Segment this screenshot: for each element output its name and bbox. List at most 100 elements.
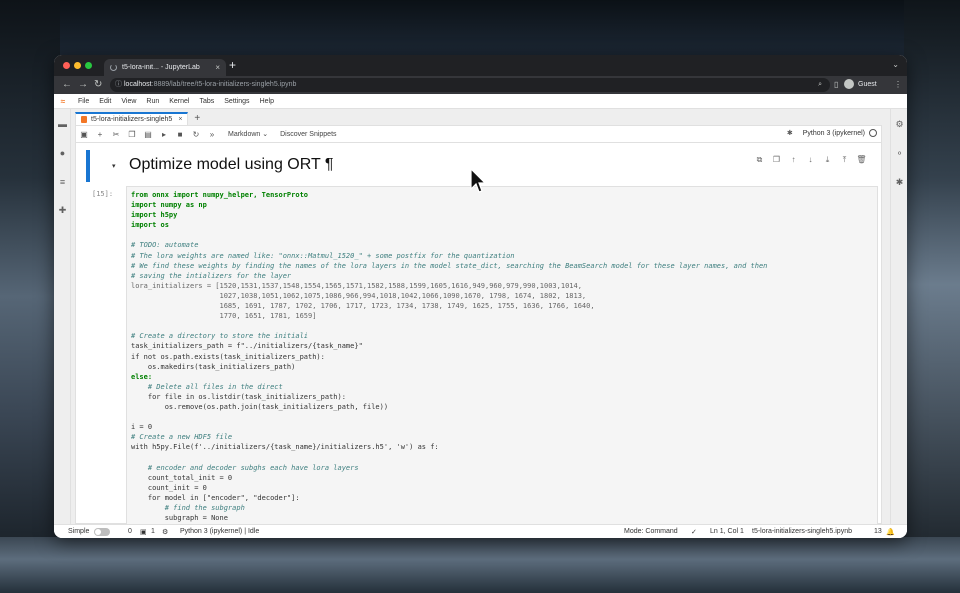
menu-file[interactable]: File	[78, 98, 89, 105]
code-line: subgraph = None	[131, 514, 228, 522]
stop-icon[interactable]: ■	[172, 130, 188, 139]
menu-help[interactable]: Help	[260, 98, 274, 105]
code-line: os.remove(os.path.join(task_initializers…	[131, 402, 389, 411]
profile-label: Guest	[858, 80, 877, 88]
property-inspector-icon[interactable]: ⚙	[894, 119, 905, 130]
notification-bell-icon[interactable]: 🔔	[886, 528, 895, 536]
menu-tabs[interactable]: Tabs	[199, 98, 214, 105]
more-menu-icon[interactable]: ⋮	[894, 79, 902, 91]
notebook-tab-label: t5-lora-initializers-singleh5	[91, 116, 173, 123]
kernel-count-icon: ⚙	[162, 529, 169, 536]
background-rock-right	[904, 0, 960, 593]
insert-below-icon[interactable]: ⤓	[819, 155, 836, 165]
debugger-icon[interactable]: ⚬	[894, 148, 905, 159]
save-icon[interactable]: ▣	[76, 130, 92, 139]
kernel-count[interactable]: 1	[151, 528, 155, 535]
code-line: lora_initializers = [1520,1531,1537,1548…	[131, 281, 582, 290]
copy-cell-icon[interactable]: ⧉	[751, 155, 768, 165]
tab-search-icon[interactable]: ⌄	[892, 60, 899, 69]
menu-kernel[interactable]: Kernel	[169, 98, 189, 105]
code-line: 1027,1038,1051,1062,1075,1086,966,994,10…	[131, 291, 587, 300]
url-input[interactable]: ⓘ localhost:8889/lab/tree/t5-lora-initia…	[110, 78, 830, 92]
run-icon[interactable]: ▸	[156, 130, 172, 139]
duplicate-cell-icon[interactable]: ❐	[768, 155, 785, 165]
code-editor[interactable]: from onnx import numpy_helper, TensorPro…	[126, 186, 878, 525]
cut-icon[interactable]: ✂	[108, 130, 124, 139]
debugger-toggle-icon[interactable]: ✱	[787, 129, 793, 137]
insert-above-icon[interactable]: ⤒	[836, 155, 853, 165]
mouse-pointer-icon	[470, 168, 486, 193]
table-of-contents-icon[interactable]: ≡	[57, 177, 68, 188]
restart-run-all-icon[interactable]: »	[204, 130, 220, 139]
notebook-tab[interactable]: t5-lora-initializers-singleh5 ×	[75, 112, 189, 125]
back-icon[interactable]: ←	[62, 78, 72, 92]
simple-mode-toggle[interactable]	[94, 528, 110, 536]
delete-cell-icon[interactable]: 🗑	[853, 155, 870, 165]
profile-button[interactable]: Guest	[844, 79, 877, 89]
zoom-icon[interactable]: ⌕	[818, 78, 822, 92]
maximize-window-button[interactable]	[85, 62, 92, 69]
code-line: import numpy as np	[131, 201, 207, 210]
insert-cell-icon[interactable]: +	[92, 130, 108, 139]
menu-edit[interactable]: Edit	[99, 98, 111, 105]
move-up-icon[interactable]: ↑	[785, 155, 802, 165]
file-name: t5-lora-initializers-singleh5.ipynb	[752, 528, 852, 535]
code-line: # encoder and decoder subghs each have l…	[131, 463, 359, 472]
browser-tab-strip: t5-lora-init... - JupyterLab × + ⌄	[54, 55, 907, 76]
file-browser-icon[interactable]: ▬	[57, 119, 68, 130]
restart-icon[interactable]: ↻	[188, 130, 204, 139]
notebook-icon	[81, 116, 87, 123]
reload-icon[interactable]: ↻	[94, 78, 102, 92]
code-line: # saving the intializers for the layer	[131, 271, 292, 280]
notebook-toolbar: ▣ + ✂ ❐ ▤ ▸ ■ ↻ » Markdown ⌄ Discover Sn…	[76, 126, 881, 143]
close-notebook-tab-icon[interactable]: ×	[178, 116, 182, 123]
code-line: import h5py	[131, 211, 178, 220]
menu-run[interactable]: Run	[146, 98, 159, 105]
forward-icon[interactable]: →	[78, 78, 88, 92]
address-bar-row: ← → ↻ ⓘ localhost:8889/lab/tree/t5-lora-…	[54, 76, 907, 94]
active-cell-bar	[86, 150, 90, 182]
collapse-heading-icon[interactable]: ▾	[112, 162, 116, 170]
new-launcher-button[interactable]: +	[194, 112, 200, 125]
paste-icon[interactable]: ▤	[140, 130, 156, 139]
kernel-indicator[interactable]: ✱ Python 3 (ipykernel)	[787, 129, 877, 137]
code-line: from onnx import numpy_helper, TensorPro…	[131, 191, 309, 199]
markdown-heading: Optimize model using ORT ¶	[129, 156, 334, 173]
minimize-window-button[interactable]	[74, 62, 81, 69]
loading-spinner-icon	[110, 64, 117, 71]
code-line: 1770, 1651, 1781, 1659]	[131, 312, 317, 321]
command-mode: Mode: Command	[624, 528, 678, 535]
menu-settings[interactable]: Settings	[224, 98, 249, 105]
running-kernels-icon[interactable]: ●	[57, 148, 68, 159]
cell-toolbar: ⧉ ❐ ↑ ↓ ⤓ ⤒ 🗑	[751, 155, 870, 165]
browser-tab[interactable]: t5-lora-init... - JupyterLab ×	[104, 59, 226, 76]
code-line: count_init = 0	[131, 483, 207, 492]
sidebar-icon[interactable]: ▯	[834, 79, 838, 91]
menu-view[interactable]: View	[121, 98, 136, 105]
terminal-count[interactable]: 0	[128, 528, 132, 535]
move-down-icon[interactable]: ↓	[802, 155, 819, 165]
background-rock-left	[0, 0, 60, 593]
close-tab-icon[interactable]: ×	[215, 63, 220, 72]
code-line: task_initializers_path = f"../initialize…	[131, 342, 363, 351]
kernel-status[interactable]: Python 3 (ipykernel) | Idle	[180, 528, 259, 535]
notification-count[interactable]: 13	[874, 528, 882, 535]
code-line: 1685, 1691, 1787, 1702, 1706, 1717, 1723…	[131, 302, 595, 311]
cell-type-select[interactable]: Markdown ⌄	[228, 130, 268, 138]
new-tab-button[interactable]: +	[229, 58, 236, 72]
close-window-button[interactable]	[63, 62, 70, 69]
discover-snippets-button[interactable]: Discover Snippets	[280, 131, 336, 138]
extension-manager-icon[interactable]: ✚	[57, 205, 68, 216]
site-info-icon[interactable]: ⓘ	[115, 78, 122, 92]
cursor-position[interactable]: Ln 1, Col 1	[710, 528, 744, 535]
copy-icon[interactable]: ❐	[124, 130, 140, 139]
right-sidebar: ⚙ ⚬ ✱	[890, 109, 907, 524]
code-text: from onnx import numpy_helper, TensorPro…	[131, 190, 767, 523]
trusted-icon: ✓	[691, 529, 697, 536]
code-line: i = 0	[131, 423, 153, 432]
jupyter-logo-icon: ≈	[60, 96, 66, 106]
bug-icon[interactable]: ✱	[894, 177, 905, 188]
code-cell[interactable]: [15]: from onnx import numpy_helper, Ten…	[86, 186, 878, 525]
